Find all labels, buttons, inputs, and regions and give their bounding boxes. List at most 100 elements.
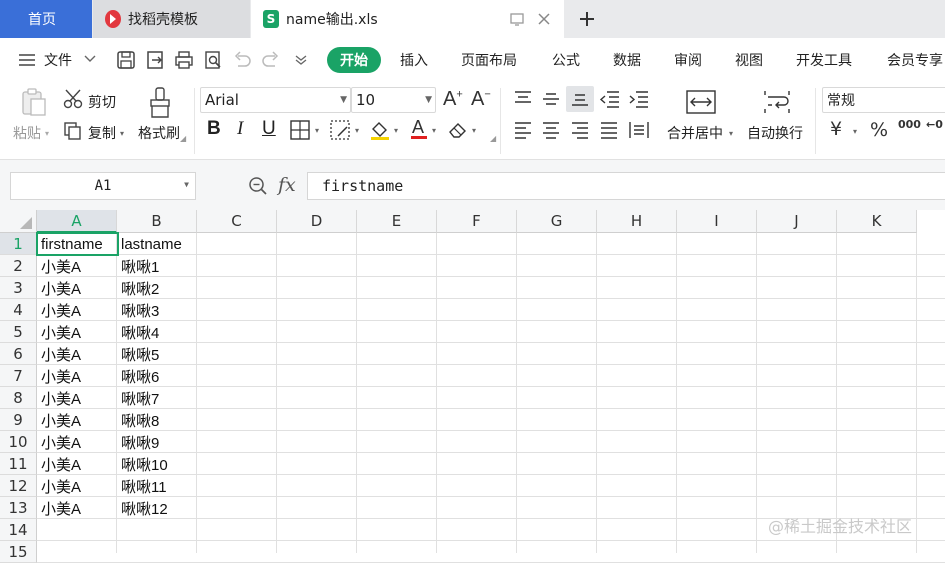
currency-dropdown-icon[interactable]: ▾ — [853, 127, 857, 136]
font-name-select[interactable]: Arial ▼ — [200, 87, 351, 113]
column-header-h[interactable]: H — [597, 210, 677, 233]
row-header-9[interactable]: 9 — [0, 409, 37, 431]
float-window-icon[interactable] — [509, 11, 525, 27]
column-header-a[interactable]: A — [37, 210, 117, 233]
align-right-icon[interactable] — [570, 121, 590, 139]
cell-a4[interactable]: 小美A — [37, 299, 117, 321]
align-center-icon[interactable] — [541, 121, 561, 139]
font-size-select[interactable]: 10 ▼ — [351, 87, 436, 113]
paste-icon[interactable] — [19, 88, 49, 118]
new-tab-button[interactable] — [570, 0, 604, 38]
copy-icon[interactable] — [63, 121, 83, 141]
tab-developer[interactable]: 开发工具 — [796, 50, 852, 70]
cell-b5[interactable]: 啾啾4 — [117, 321, 197, 343]
currency-format-icon[interactable]: ¥ — [830, 118, 842, 140]
font-group-expander-icon[interactable]: ◢ — [490, 134, 496, 143]
cell-a5[interactable]: 小美A — [37, 321, 117, 343]
chevron-down-icon[interactable]: ▼ — [184, 180, 189, 189]
tab-start[interactable]: 开始 — [327, 47, 381, 73]
tab-insert[interactable]: 插入 — [400, 50, 428, 70]
cell-a6[interactable]: 小美A — [37, 343, 117, 365]
name-box[interactable]: A1 ▼ — [10, 172, 196, 200]
copy-button[interactable]: 复制 — [88, 123, 116, 143]
column-header-k[interactable]: K — [837, 210, 917, 233]
distributed-align-icon[interactable] — [628, 121, 650, 139]
row-header-6[interactable]: 6 — [0, 343, 37, 365]
tab-template[interactable]: 找稻壳模板 — [93, 0, 250, 38]
cell-a12[interactable]: 小美A — [37, 475, 117, 497]
column-header-e[interactable]: E — [357, 210, 437, 233]
scissors-icon[interactable] — [63, 89, 85, 109]
align-left-icon[interactable] — [513, 121, 533, 139]
decrease-font-size-icon[interactable]: A− — [471, 88, 491, 111]
quick-access-dropdown-icon[interactable] — [295, 55, 307, 65]
cell-a7[interactable]: 小美A — [37, 365, 117, 387]
row-header-4[interactable]: 4 — [0, 299, 37, 321]
format-painter-button[interactable]: 格式刷 — [138, 123, 180, 143]
column-header-c[interactable]: C — [197, 210, 277, 233]
percent-format-icon[interactable]: % — [870, 119, 888, 141]
cell-b1[interactable]: lastname — [117, 233, 197, 255]
column-header-j[interactable]: J — [757, 210, 837, 233]
redo-icon[interactable] — [261, 50, 281, 70]
row-header-14[interactable]: 14 — [0, 519, 37, 541]
increase-font-size-icon[interactable]: A+ — [443, 88, 463, 111]
row-header-3[interactable]: 3 — [0, 277, 37, 299]
cell-a8[interactable]: 小美A — [37, 387, 117, 409]
zoom-search-icon[interactable] — [248, 176, 268, 196]
font-color-dropdown-icon[interactable]: ▾ — [432, 126, 436, 135]
tab-member[interactable]: 会员专享 — [887, 50, 943, 70]
borders-dropdown-icon[interactable]: ▾ — [315, 126, 319, 135]
fill-color-dropdown-icon[interactable]: ▾ — [394, 126, 398, 135]
cut-button[interactable]: 剪切 — [88, 92, 116, 112]
thousands-separator-icon[interactable]: 000 — [898, 118, 921, 131]
cell-a3[interactable]: 小美A — [37, 277, 117, 299]
merge-center-icon[interactable] — [686, 90, 716, 114]
number-format-select[interactable]: 常规 — [822, 87, 945, 113]
cell-b4[interactable]: 啾啾3 — [117, 299, 197, 321]
spreadsheet-grid[interactable]: ABCDEFGHIJK 1 2 3 4 5 6 7 8 9 10 11 12 13 14 15 firstn… — [0, 210, 945, 563]
column-header-g[interactable]: G — [517, 210, 597, 233]
cell-a9[interactable]: 小美A — [37, 409, 117, 431]
format-painter-icon[interactable] — [147, 87, 173, 119]
close-tab-icon[interactable] — [536, 11, 552, 27]
align-middle-icon[interactable] — [541, 90, 561, 108]
cell-b8[interactable]: 啾啾7 — [117, 387, 197, 409]
chevron-down-icon[interactable] — [84, 55, 96, 63]
cell-a2[interactable]: 小美A — [37, 255, 117, 277]
row-header-11[interactable]: 11 — [0, 453, 37, 475]
save-icon[interactable] — [116, 50, 136, 70]
copy-dropdown-icon[interactable]: ▾ — [120, 129, 124, 138]
cell-b9[interactable]: 啾啾8 — [117, 409, 197, 431]
cell-style-dropdown-icon[interactable]: ▾ — [355, 126, 359, 135]
clipboard-group-expander-icon[interactable]: ◢ — [180, 134, 186, 143]
export-pdf-icon[interactable] — [145, 50, 165, 70]
cell-a13[interactable]: 小美A — [37, 497, 117, 519]
tab-data[interactable]: 数据 — [613, 50, 641, 70]
print-preview-icon[interactable] — [203, 50, 223, 70]
clear-format-icon[interactable] — [447, 120, 469, 140]
row-header-8[interactable]: 8 — [0, 387, 37, 409]
cell-b6[interactable]: 啾啾5 — [117, 343, 197, 365]
hamburger-menu-icon[interactable] — [18, 53, 36, 67]
tab-view[interactable]: 视图 — [735, 50, 763, 70]
row-header-2[interactable]: 2 — [0, 255, 37, 277]
align-bottom-button[interactable] — [566, 86, 594, 112]
merge-center-button[interactable]: 合并居中 — [667, 123, 723, 143]
row-header-7[interactable]: 7 — [0, 365, 37, 387]
tab-home[interactable]: 首页 — [0, 0, 92, 38]
active-cell-selection[interactable] — [36, 232, 119, 256]
row-header-13[interactable]: 13 — [0, 497, 37, 519]
bold-icon[interactable]: B — [207, 118, 221, 140]
column-header-d[interactable]: D — [277, 210, 357, 233]
row-header-15[interactable]: 15 — [0, 541, 37, 563]
wrap-text-icon[interactable] — [762, 90, 792, 114]
paste-dropdown-icon[interactable]: ▾ — [45, 129, 49, 138]
cell-b11[interactable]: 啾啾10 — [117, 453, 197, 475]
merge-dropdown-icon[interactable]: ▾ — [729, 129, 733, 138]
clear-format-dropdown-icon[interactable]: ▾ — [472, 126, 476, 135]
cell-b7[interactable]: 啾啾6 — [117, 365, 197, 387]
tab-spreadsheet-file[interactable]: S name输出.xls — [251, 0, 564, 38]
undo-icon[interactable] — [232, 50, 252, 70]
fill-color-icon[interactable] — [369, 119, 391, 141]
